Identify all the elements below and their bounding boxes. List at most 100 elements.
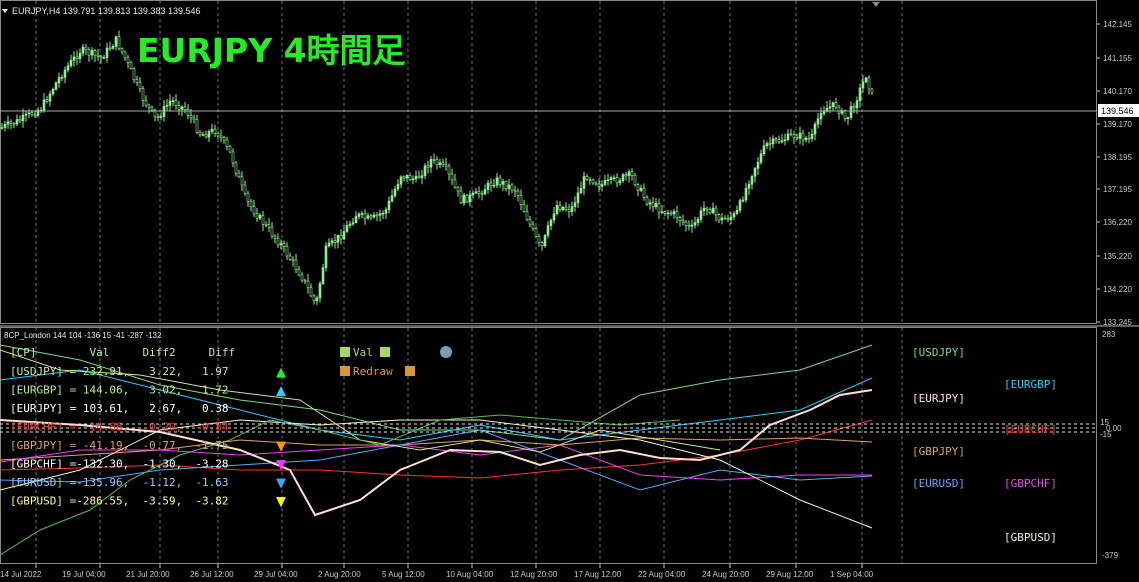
candle-body bbox=[714, 207, 718, 216]
chart-canvas[interactable]: EURJPY,H4 139.791 139.813 139.383 139.54… bbox=[0, 0, 1139, 582]
candle-body bbox=[654, 203, 658, 208]
status-circle-icon bbox=[440, 346, 452, 358]
direction-arrow-icon: ▼ bbox=[276, 476, 286, 491]
candle-body bbox=[330, 240, 334, 244]
candle-body bbox=[591, 179, 595, 184]
candle-body bbox=[54, 82, 58, 90]
candle-body bbox=[837, 106, 841, 114]
candle-body bbox=[804, 137, 808, 141]
candle-body bbox=[246, 192, 250, 202]
candle-body bbox=[147, 104, 151, 108]
table-row: [EURJPY] = 103.61, 2.67, 0.38 bbox=[10, 402, 229, 415]
candle-body bbox=[516, 190, 520, 196]
candle-body bbox=[42, 99, 46, 111]
candle-body bbox=[573, 202, 577, 207]
candle-body bbox=[48, 93, 52, 102]
candle-body bbox=[318, 283, 322, 299]
candle-body bbox=[360, 213, 364, 215]
candle-body bbox=[111, 45, 115, 49]
pair-labels: [USDJPY] [EURGBP] [EURJPY] [EURCHF] [GBPJPY]… bbox=[912, 346, 1057, 544]
candle-body bbox=[249, 201, 253, 207]
time-tick-label: 10 Aug 04:00 bbox=[446, 570, 494, 579]
candle-body bbox=[483, 189, 487, 195]
price-axis[interactable]: 142.145 141.155 140.170 139.170 138.195 137.1… bbox=[1097, 20, 1132, 327]
candle-body bbox=[399, 176, 403, 185]
candle-body bbox=[546, 225, 550, 236]
candle-body bbox=[45, 99, 49, 102]
candle-body bbox=[102, 57, 106, 59]
candle-body bbox=[231, 151, 235, 164]
candle-body bbox=[156, 116, 160, 119]
pair-label: [GBPJPY] bbox=[912, 445, 965, 458]
direction-arrow-icon: ▲ bbox=[276, 384, 286, 399]
candle-body bbox=[114, 36, 118, 47]
candle-body bbox=[771, 138, 775, 145]
symbol-dropdown-icon[interactable] bbox=[2, 9, 8, 13]
candle-body bbox=[720, 217, 724, 221]
candle-body bbox=[663, 211, 667, 214]
candle-body bbox=[558, 205, 562, 210]
val-legend-swatch bbox=[340, 347, 350, 357]
table-header: [CP] Val Diff2 Diff bbox=[10, 346, 235, 359]
candle-body bbox=[588, 179, 592, 181]
candle-body bbox=[618, 180, 622, 184]
time-tick-label: 29 Jul 04:00 bbox=[254, 570, 298, 579]
candle-body bbox=[585, 176, 589, 180]
candle-body bbox=[438, 162, 442, 166]
candle-body bbox=[189, 115, 193, 119]
candle-body bbox=[846, 117, 850, 119]
candle-body bbox=[336, 235, 340, 243]
candle-body bbox=[675, 211, 679, 218]
candle-body bbox=[396, 183, 400, 190]
time-tick-label: 17 Aug 12:00 bbox=[574, 570, 622, 579]
candle-body bbox=[288, 255, 292, 260]
candle-body bbox=[291, 259, 295, 261]
candle-body bbox=[243, 184, 247, 194]
candle-body bbox=[678, 217, 682, 221]
candle-body bbox=[726, 218, 730, 221]
val-legend-swatch-2 bbox=[380, 347, 390, 357]
redraw-legend-swatch bbox=[340, 366, 350, 376]
candle-body bbox=[801, 132, 805, 141]
candle-body bbox=[366, 215, 370, 219]
candle-body bbox=[348, 223, 352, 226]
candle-body bbox=[270, 226, 274, 237]
candle-body bbox=[852, 106, 856, 109]
candle-body bbox=[666, 212, 670, 215]
candle-body bbox=[300, 274, 304, 281]
candle-body bbox=[321, 267, 325, 284]
candle-body bbox=[126, 57, 130, 63]
candle-body bbox=[648, 202, 652, 205]
indicator-axis-top: 283 bbox=[1102, 330, 1116, 339]
candle-body bbox=[261, 215, 265, 225]
time-axis[interactable]: 14 Jul 2022 19 Jul 04:00 21 Jul 20:00 26 Ju… bbox=[0, 564, 874, 579]
candle-body bbox=[87, 49, 91, 56]
redraw-legend-label: Redraw bbox=[353, 365, 393, 378]
candle-body bbox=[741, 199, 745, 202]
candle-body bbox=[180, 106, 184, 110]
table-row: [EURUSD] =-135.96, -1.12, -1.63 bbox=[10, 476, 229, 489]
candle-body bbox=[753, 168, 757, 177]
candle-body bbox=[750, 176, 754, 185]
candle-body bbox=[435, 159, 439, 166]
candle-body bbox=[171, 100, 175, 102]
candle-body bbox=[441, 162, 445, 166]
candle-body bbox=[276, 237, 280, 246]
candle-body bbox=[165, 105, 169, 107]
candle-body bbox=[324, 245, 328, 269]
chart-shift-icon[interactable] bbox=[872, 2, 880, 7]
indicator-table: [CP] Val Diff2 Diff [USDJPY] = 232.91, 3.… bbox=[10, 346, 286, 510]
candle-body bbox=[564, 206, 568, 210]
candle-body bbox=[117, 36, 121, 49]
candle-body bbox=[333, 240, 337, 243]
candle-body bbox=[222, 137, 226, 141]
candle-body bbox=[858, 87, 862, 102]
candle-body bbox=[237, 172, 241, 178]
price-tick-label: 137.195 bbox=[1103, 185, 1132, 194]
candle-body bbox=[381, 213, 385, 215]
price-tick-label: 133.245 bbox=[1103, 318, 1132, 327]
candle-body bbox=[501, 181, 505, 185]
candle-body bbox=[27, 112, 31, 115]
candle-body bbox=[645, 196, 649, 205]
candle-body bbox=[363, 213, 367, 219]
